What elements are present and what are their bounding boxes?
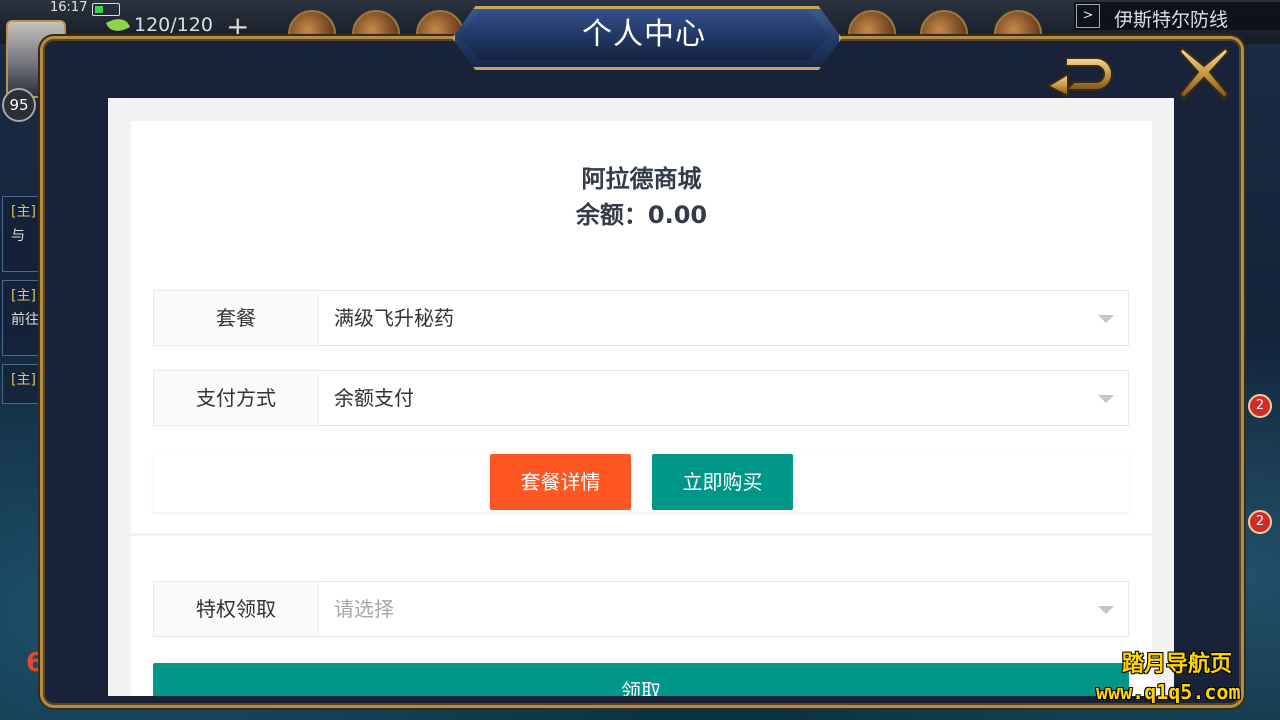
purchase-card: 阿拉德商城 余额：0.00 套餐 满级飞升秘药 支付方式 余额支付 套餐详情 立… (131, 121, 1152, 533)
buy-now-button[interactable]: 立即购买 (652, 454, 793, 510)
action-button-group: 套餐详情 立即购买 (153, 452, 1129, 512)
energy-counter: 120/120 (134, 14, 213, 36)
payment-value: 余额支付 (334, 386, 414, 410)
close-icon[interactable] (1176, 44, 1232, 100)
claim-button[interactable]: 领取 (153, 663, 1129, 696)
location-panel: > 伊斯特尔防线 (1074, 2, 1280, 31)
privilege-placeholder: 请选择 (334, 597, 394, 621)
notification-badge: 2 (1248, 394, 1272, 418)
quest-item[interactable]: [主] (2, 364, 42, 404)
quest-item[interactable]: [主] 前往 (2, 280, 42, 356)
status-time: 16:17 (50, 0, 88, 15)
package-value: 满级飞升秘药 (334, 306, 454, 330)
privilege-card: 特权领取 请选择 领取 (131, 536, 1152, 696)
payment-label: 支付方式 (154, 371, 319, 425)
quest-text: 与 (11, 228, 25, 244)
back-arrow-icon[interactable] (1046, 52, 1118, 98)
package-details-button[interactable]: 套餐详情 (490, 454, 631, 510)
chevron-down-icon (1098, 315, 1114, 323)
quest-tag: [主] (11, 204, 36, 220)
quest-tag: [主] (11, 372, 36, 388)
watermark-url: www.q1q5.com (1096, 680, 1241, 704)
quest-tag: [主] (11, 288, 36, 304)
package-select[interactable]: 套餐 满级飞升秘药 (153, 290, 1129, 346)
modal-title: 个人中心 (582, 17, 706, 52)
chevron-down-icon (1098, 395, 1114, 403)
shop-name: 阿拉德商城 (581, 165, 702, 193)
chevron-down-icon (1098, 606, 1114, 614)
location-name: 伊斯特尔防线 (1114, 9, 1229, 31)
balance-text: 余额：0.00 (575, 201, 708, 229)
battery-icon (92, 3, 120, 16)
watermark-title: 踏月导航页 (1122, 652, 1233, 677)
quest-text: 前往 (11, 312, 39, 328)
privilege-select[interactable]: 特权领取 请选择 (153, 581, 1129, 637)
payment-method-select[interactable]: 支付方式 余额支付 (153, 370, 1129, 426)
privilege-label: 特权领取 (154, 582, 319, 636)
energy-leaf-icon (105, 14, 131, 36)
notification-badge: 2 (1248, 510, 1272, 534)
expand-arrow-icon[interactable]: > (1076, 4, 1100, 28)
player-level-badge: 95 (2, 88, 36, 122)
package-label: 套餐 (154, 291, 319, 345)
quest-item[interactable]: [主] 与 (2, 196, 42, 272)
shop-webview: 阿拉德商城 余额：0.00 套餐 满级飞升秘药 支付方式 余额支付 套餐详情 立… (108, 98, 1174, 696)
